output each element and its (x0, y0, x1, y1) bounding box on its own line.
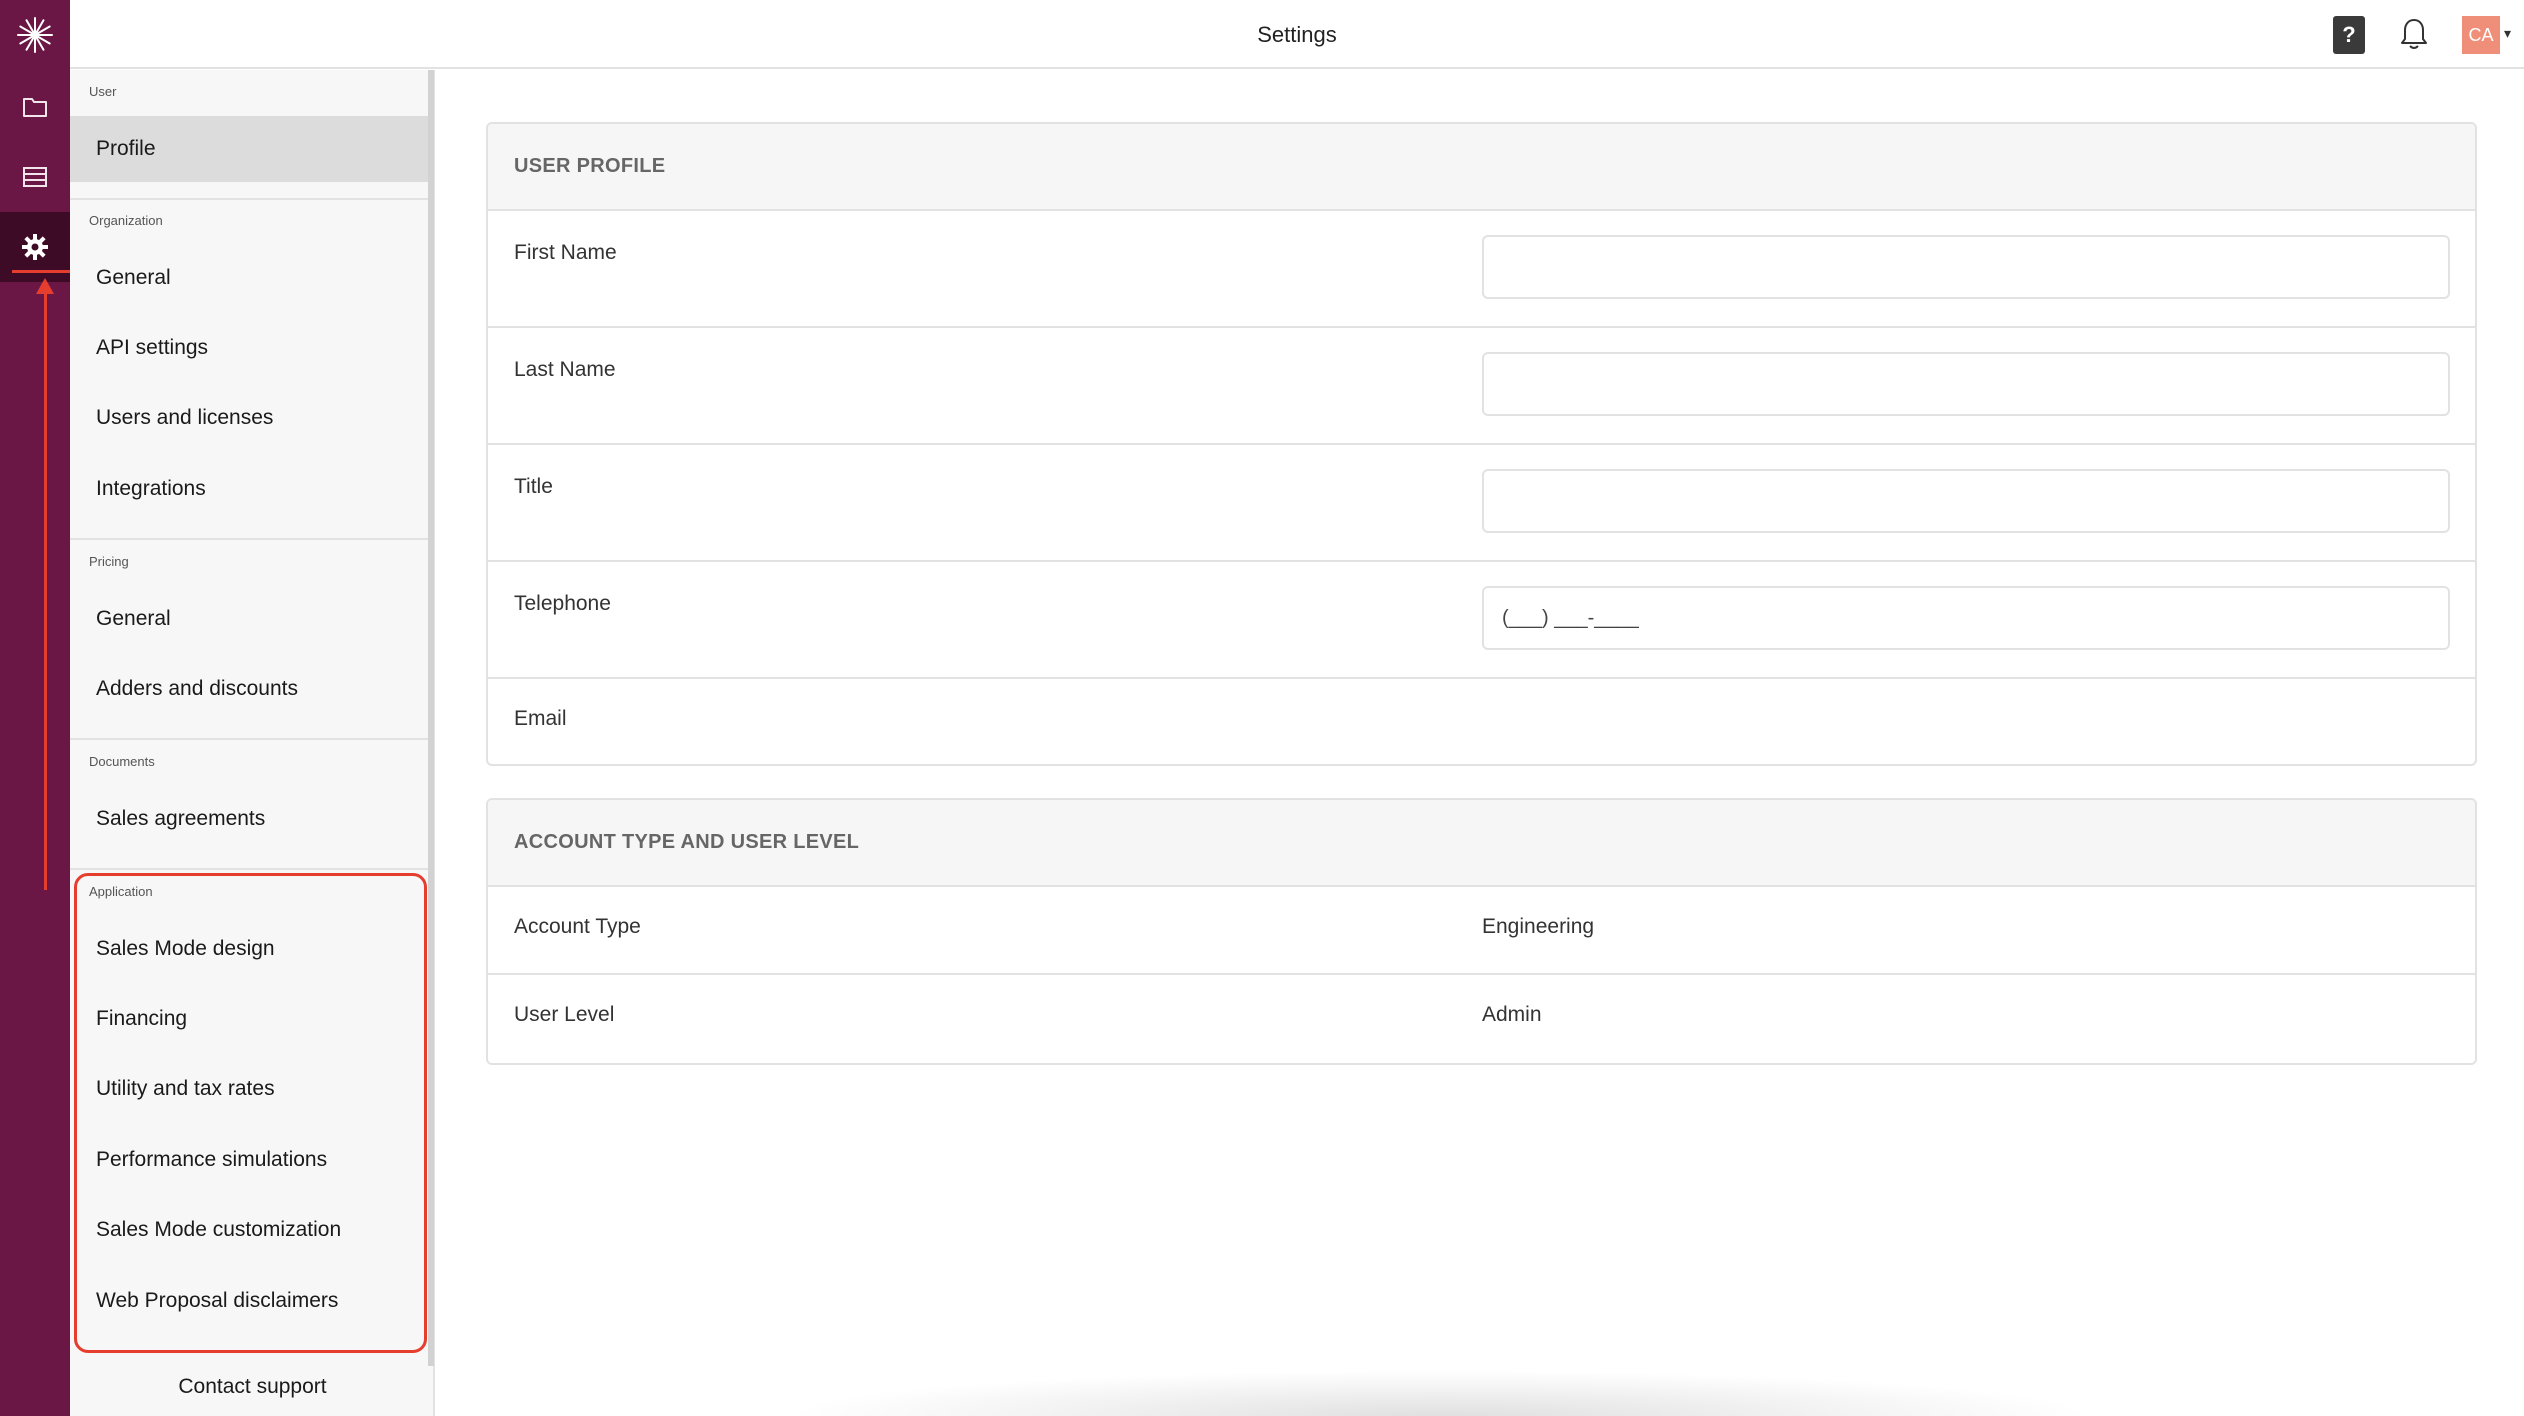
section-header-organization: Organization (89, 213, 163, 228)
first-name-label: First Name (514, 241, 617, 264)
folder-icon[interactable] (0, 72, 70, 142)
first-name-input[interactable] (1482, 235, 2450, 299)
divider (70, 198, 429, 200)
telephone-label: Telephone (514, 592, 611, 615)
account-type-label: Account Type (514, 915, 641, 938)
chevron-down-icon[interactable]: ▾ (2504, 25, 2511, 42)
sidebar-item-profile[interactable]: Profile (70, 116, 429, 182)
avatar[interactable]: CA (2462, 16, 2500, 54)
sidebar-item-integrations[interactable]: Integrations (70, 456, 429, 522)
last-name-input[interactable] (1482, 352, 2450, 416)
annotation-arrow-line (44, 290, 47, 890)
contact-support-link[interactable]: Contact support (70, 1362, 435, 1412)
bell-icon (2401, 19, 2427, 49)
sidebar-item-users-licenses[interactable]: Users and licenses (70, 385, 429, 451)
telephone-input[interactable] (1482, 586, 2450, 650)
account-type-card: ACCOUNT TYPE AND USER LEVEL Account Type… (486, 798, 2477, 1065)
avatar-initials: CA (2468, 24, 2494, 45)
email-label: Email (514, 707, 567, 730)
top-bar: Settings (70, 0, 2524, 69)
divider (70, 868, 429, 870)
annotation-highlight-box (74, 873, 427, 1353)
user-level-value: Admin (1482, 1003, 1542, 1026)
list-icon[interactable] (0, 142, 70, 212)
help-icon: ? (2342, 22, 2356, 47)
help-button[interactable]: ? (2333, 16, 2365, 54)
section-header-user: User (89, 84, 117, 99)
sidebar-scrollbar[interactable] (428, 70, 434, 1366)
last-name-row: Last Name (488, 328, 2475, 445)
user-profile-card: USER PROFILE First Name Last Name Title … (486, 122, 2477, 766)
sidebar-item-pricing-general[interactable]: General (70, 586, 429, 652)
first-name-row: First Name (488, 211, 2475, 328)
user-level-row: User Level Admin (488, 975, 2475, 1063)
sidebar-item-api-settings[interactable]: API settings (70, 315, 429, 381)
divider (70, 738, 429, 740)
section-header-documents: Documents (89, 754, 155, 769)
active-indicator (12, 270, 70, 273)
email-row: Email (488, 679, 2475, 764)
sidebar-item-sales-agreements[interactable]: Sales agreements (70, 786, 429, 852)
bottom-shadow (780, 1370, 2100, 1416)
user-level-label: User Level (514, 1003, 615, 1026)
app-rail (0, 0, 70, 1416)
section-header-pricing: Pricing (89, 554, 129, 569)
account-type-row: Account Type Engineering (488, 887, 2475, 975)
title-input[interactable] (1482, 469, 2450, 533)
account-type-value: Engineering (1482, 915, 1595, 938)
sunburst-logo-icon[interactable] (0, 0, 70, 70)
title-row: Title (488, 445, 2475, 562)
last-name-label: Last Name (514, 358, 616, 381)
sidebar-item-org-general[interactable]: General (70, 245, 429, 311)
account-type-header: ACCOUNT TYPE AND USER LEVEL (488, 800, 2475, 887)
telephone-row: Telephone (488, 562, 2475, 679)
divider (70, 538, 429, 540)
title-label: Title (514, 475, 553, 498)
sidebar-item-adders-discounts[interactable]: Adders and discounts (70, 656, 429, 722)
notifications-button[interactable] (2394, 14, 2434, 54)
page-title: Settings (1257, 21, 1337, 47)
user-profile-header: USER PROFILE (488, 124, 2475, 211)
